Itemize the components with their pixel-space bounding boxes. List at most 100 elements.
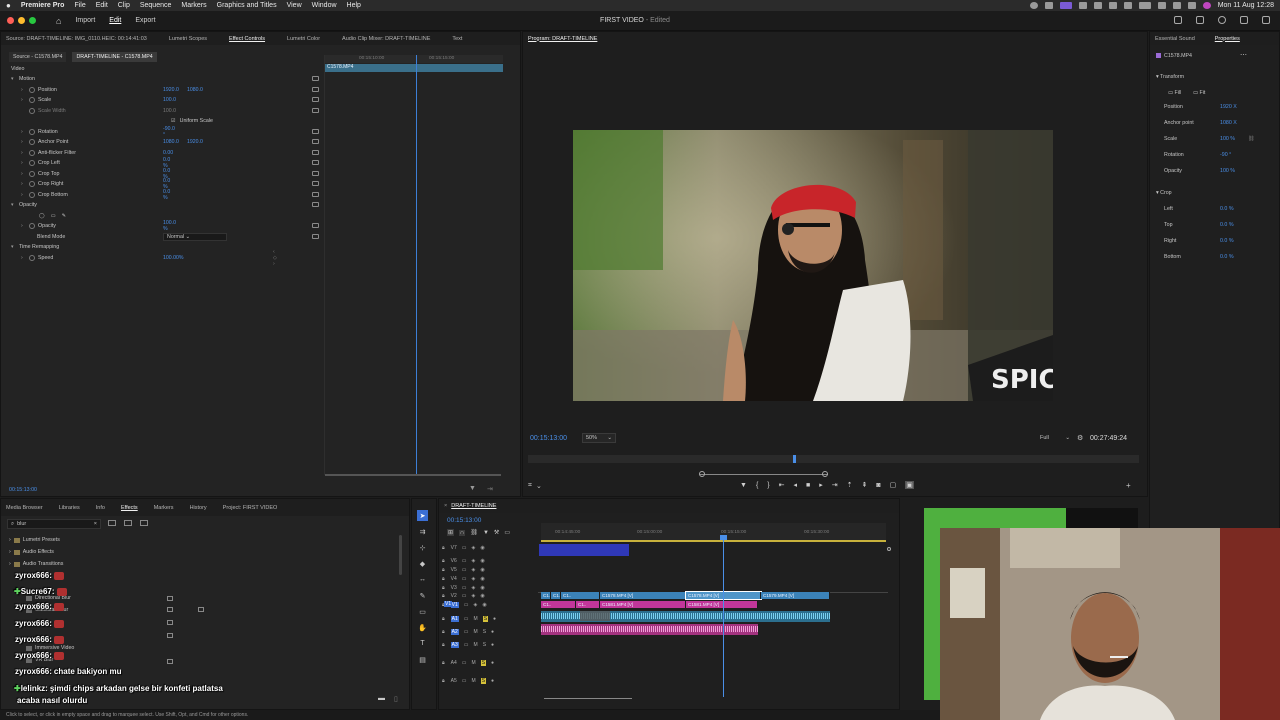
stopwatch-icon[interactable] (29, 149, 35, 156)
32bit-effects-icon[interactable] (124, 520, 132, 526)
video-clip[interactable]: C1578.MP4 [V] (600, 592, 686, 599)
snap-icon[interactable]: ∩ (459, 529, 466, 536)
tab-lumetri-scopes[interactable]: Lumetri Scopes (169, 36, 207, 42)
track-sync-icon[interactable]: ▭ (462, 660, 467, 666)
transform-value[interactable]: -90 ° (1220, 152, 1231, 158)
solo-button[interactable]: S (483, 642, 486, 648)
timeline-playhead-head[interactable] (720, 535, 727, 540)
effect-property-value[interactable]: 0.0 % (163, 189, 170, 201)
go-to-out-icon[interactable]: ⇥ (832, 481, 838, 489)
track-label[interactable]: A3 (450, 641, 459, 648)
tab-essential-sound[interactable]: Essential Sound (1155, 36, 1195, 42)
track-sync-icon[interactable]: ▭ (464, 616, 469, 622)
menu-sequence[interactable]: Sequence (140, 2, 172, 9)
reset-parameter-icon[interactable] (312, 181, 319, 186)
video-track-header[interactable]: 🔒︎ V4 ▭ ◈ ◉ (442, 575, 538, 583)
track-sync-icon[interactable]: ▭ (462, 593, 467, 599)
audio-track-header[interactable]: 🔒︎ A4 ▭ M S ● (442, 657, 538, 668)
reset-parameter-icon[interactable] (312, 160, 319, 165)
bluetooth-icon[interactable] (1108, 2, 1117, 9)
audio-transition[interactable] (580, 611, 610, 621)
tab-audio-clip-mixer[interactable]: Audio Clip Mixer: DRAFT-TIMELINE (342, 36, 430, 42)
eye-icon[interactable]: ◉ (482, 602, 486, 608)
effects-tree-item[interactable]: › Lumetri Presets (9, 537, 60, 543)
go-to-in-icon[interactable]: ⇤ (779, 481, 785, 489)
track-lock-icon[interactable]: 🔒︎ (442, 545, 445, 551)
chevron-right-icon[interactable]: › (21, 255, 26, 261)
crop-section[interactable]: ▾ Crop (1156, 190, 1172, 196)
window-toggle-icon[interactable] (1240, 16, 1248, 24)
eye-icon[interactable]: ◉ (480, 545, 484, 551)
video-track-header[interactable]: 🔒︎ V2 ▭ ◈ ◉ (442, 592, 538, 600)
menu-clip[interactable]: Clip (118, 2, 130, 9)
track-label[interactable]: A4 (451, 660, 457, 666)
volume-icon[interactable] (1123, 2, 1132, 9)
link-icon[interactable]: ⛓ (1248, 136, 1255, 142)
track-lock-icon[interactable]: 🔒︎ (442, 678, 445, 684)
effect-property-row[interactable]: › Speed 100.00% ‹ ◇ › (21, 249, 277, 267)
menu-markers[interactable]: Markers (181, 2, 206, 9)
rectangle-tool-icon[interactable]: ▭ (417, 606, 428, 617)
solo-button[interactable]: S (482, 615, 489, 622)
effect-property-value[interactable]: 1080.0 (163, 139, 179, 145)
linked-selection-icon[interactable]: ⛓ (470, 529, 478, 536)
effect-property-row[interactable]: Scale Width 100.0 (21, 106, 176, 116)
effect-property-row[interactable]: Blend Mode Normal ⌄ (21, 232, 227, 242)
stopwatch-icon[interactable] (29, 191, 35, 198)
transform-value[interactable]: 1920 X (1220, 104, 1237, 110)
fill-option[interactable]: ▭ Fill (1168, 90, 1181, 96)
program-monitor-title[interactable]: Program: DRAFT-TIMELINE (528, 36, 597, 42)
track-output-icon[interactable]: ◈ (472, 558, 476, 564)
track-output-icon[interactable]: ◈ (472, 593, 476, 599)
more-options-icon[interactable]: ⋯ (1240, 51, 1247, 59)
video-clip[interactable]: C1579.MP4 [V] (761, 592, 830, 599)
track-lock-icon[interactable]: 🔒︎ (442, 567, 445, 573)
track-output-icon[interactable]: ◈ (472, 576, 476, 582)
fullscreen-icon[interactable] (1262, 16, 1270, 24)
stopwatch-icon[interactable] (29, 170, 35, 177)
wrench-icon[interactable]: ⚙ (1077, 434, 1083, 442)
step-back-icon[interactable]: ◂ (794, 481, 798, 489)
effect-property-value[interactable]: Normal ⌄ (163, 232, 227, 241)
hand-tool-icon[interactable]: ✋ (417, 622, 428, 633)
track-label[interactable]: A1 (450, 615, 459, 622)
tab-info[interactable]: Info (96, 505, 105, 511)
effect-property-row[interactable]: ☑ Uniform Scale (21, 116, 213, 126)
solo-button[interactable]: S (483, 629, 486, 635)
video-track-header[interactable]: 🔒︎ V6 ▭ ◈ ◉ (442, 557, 538, 565)
comparison-view-icon[interactable]: ▢ (890, 481, 897, 489)
menu-view[interactable]: View (287, 2, 302, 9)
tab-text[interactable]: Text (452, 36, 462, 42)
stopwatch-icon[interactable] (29, 254, 35, 261)
crop-row[interactable]: Left 0.0 % (1164, 206, 1274, 212)
video-track-header[interactable]: 🔒︎ V3 ▭ ◈ ◉ (442, 584, 538, 592)
reset-parameter-icon[interactable] (312, 223, 319, 228)
close-tab-icon[interactable]: × (444, 503, 447, 509)
chevron-right-icon[interactable]: › (21, 97, 26, 103)
add-marker-icon[interactable]: ▼ (483, 530, 489, 536)
track-lock-icon[interactable]: 🔒︎ (442, 576, 445, 582)
track-output-icon[interactable]: ◈ (474, 602, 478, 608)
trash-icon[interactable]: ▯ (394, 695, 398, 703)
video-clip[interactable]: C1581.MP4 [V] (686, 601, 758, 608)
ec-zoom-scrollbar[interactable] (325, 474, 501, 476)
ellipse-mask-icon[interactable]: ◯ (39, 213, 45, 219)
progress-icon[interactable] (1218, 16, 1226, 24)
stopwatch-icon[interactable] (29, 223, 35, 229)
cloud-icon[interactable] (1078, 2, 1087, 9)
ec-timecode[interactable]: 00:15:13:00 (9, 487, 37, 493)
workspaces-icon[interactable] (1174, 16, 1182, 24)
keyframe-nav-icon[interactable]: ‹ ◇ › (273, 249, 277, 267)
stopwatch-icon[interactable] (29, 97, 35, 103)
track-sync-icon[interactable]: ▭ (464, 602, 469, 608)
mark-in-icon[interactable]: { (756, 482, 758, 489)
effects-tree-item[interactable]: › Audio Transitions (9, 561, 63, 567)
ec-playhead[interactable] (416, 55, 417, 475)
tab-lumetri-color[interactable]: Lumetri Color (287, 36, 320, 42)
transform-value[interactable]: 100 % (1220, 168, 1235, 174)
dropbox-icon[interactable] (1093, 2, 1102, 9)
razor-tool-icon[interactable]: ◆ (417, 558, 428, 569)
track-label[interactable]: V7 (451, 545, 457, 551)
subtab-timeline-clip[interactable]: DRAFT-TIMELINE - C1578.MP4 (72, 52, 157, 62)
effect-property-row[interactable]: › Scale 100.0 (21, 95, 176, 105)
